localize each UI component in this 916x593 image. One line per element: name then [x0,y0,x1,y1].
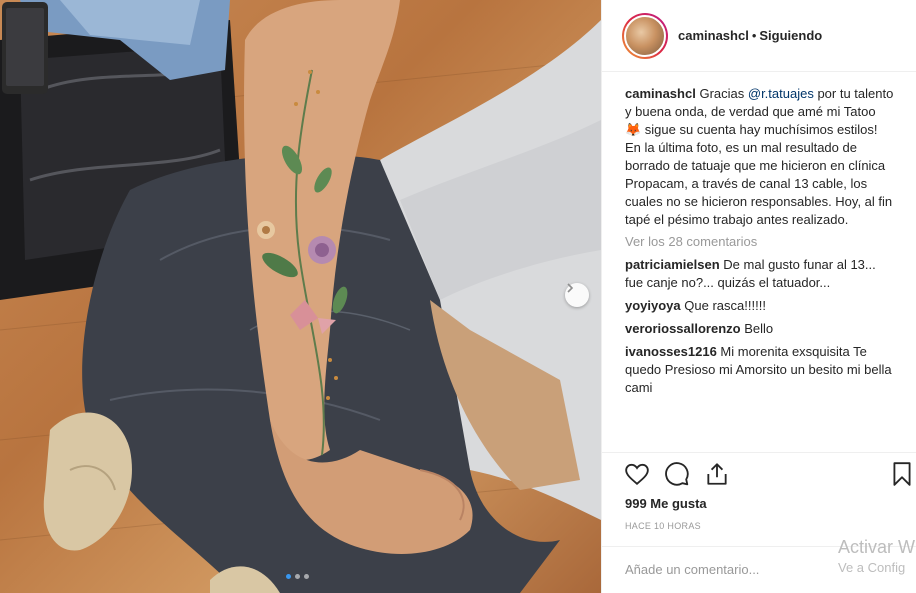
activation-watermark: Activar W Ve a Config [838,537,916,575]
post-photo[interactable] [0,0,601,593]
bookmark-icon[interactable] [889,461,915,487]
carousel-next-button[interactable] [565,283,589,307]
avatar[interactable] [624,14,666,57]
header-text: caminashcl • Siguiendo [678,28,822,43]
post-timestamp[interactable]: HACE 10 HORAS [625,521,701,531]
comment-text: Que rasca!!!!!! [684,298,766,313]
comment-item: ivanosses1216 Mi morenita exsquisita Te … [625,343,895,397]
caption-mention[interactable]: @r.tatuajes [748,86,814,101]
likes-count[interactable]: 999 Me gusta [625,496,707,511]
tattoo-photo-illustration [0,0,601,593]
comment-username[interactable]: patriciamielsen [625,257,720,272]
post-header: caminashcl • Siguiendo [602,0,916,72]
comment-username[interactable]: ivanosses1216 [625,344,717,359]
carousel-indicator [286,574,309,579]
carousel-dot [304,574,309,579]
watermark-line-2: Ve a Config [838,560,906,575]
watermark-line-1: Activar W [838,537,916,557]
caption-text-1: Gracias [699,86,745,101]
comment-username[interactable]: yoyiyoya [625,298,681,313]
comment-item: patriciamielsen De mal gusto funar al 13… [625,256,895,292]
header-separator: • [751,28,757,43]
caption-username[interactable]: caminashcl [625,86,696,101]
follow-status[interactable]: Siguiendo [759,28,822,43]
comment-text: Bello [744,321,774,336]
comment-item: veroriossallorenzo Bello [625,320,895,338]
chevron-right-icon [567,283,574,293]
view-all-comments-link[interactable]: Ver los 28 comentarios [625,233,895,251]
comment-icon[interactable] [664,461,690,487]
post-caption: caminashcl Gracias @r.tatuajes por tu ta… [625,85,895,229]
comment-item: yoyiyoya Que rasca!!!!!! [625,297,895,315]
header-username[interactable]: caminashcl [678,28,749,43]
heart-icon[interactable] [624,461,650,487]
comments-section: caminashcl Gracias @r.tatuajes por tu ta… [625,85,895,397]
story-ring[interactable] [622,12,668,59]
caption-text-3: En la última foto, es un mal resultado d… [625,140,893,227]
comment-username[interactable]: veroriossallorenzo [625,321,741,336]
post-sidebar: caminashcl • Siguiendo caminashcl Gracias … [601,0,916,593]
carousel-dot-active [286,574,291,579]
carousel-dot [295,574,300,579]
action-bar [602,452,916,492]
share-icon[interactable] [704,461,730,487]
